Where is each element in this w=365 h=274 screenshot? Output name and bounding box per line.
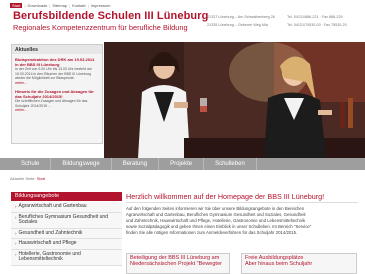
mainnav-beratung[interactable]: Beratung — [112, 158, 160, 170]
top-utility-nav: Start | Downloads | Sitemap | Kontakt | … — [10, 2, 110, 9]
divider — [126, 202, 358, 203]
news-headline[interactable]: Hinweis für die Zusagen und Absagen für … — [15, 89, 99, 99]
chevron-right-icon: › — [15, 251, 17, 257]
topnav-sitemap-link[interactable]: Sitemap — [52, 3, 67, 8]
sidebar-item-label: Agrarwirtschaft und Gartenbau — [18, 203, 87, 209]
teaser-bewegte-schule[interactable]: Beteiligung der BBS III Lüneburg am Nied… — [126, 253, 230, 274]
breadcrumb: Aktuelle Seite: Start — [10, 176, 45, 181]
chevron-right-icon: › — [15, 241, 17, 246]
sidebar-item-gesundheit[interactable]: › Gesundheit und Zahntechnik — [11, 228, 122, 239]
sidebar-list: › Agrarwirtschaft und Gartenbau › Berufl… — [11, 202, 122, 266]
sidebar-item-hauswirtschaft[interactable]: › Hauswirtschaft und Pflege — [11, 239, 122, 250]
sidebar-title: Bildungsangebote — [11, 192, 122, 201]
breadcrumb-current[interactable]: Start — [37, 176, 45, 181]
contact-phone-2: Tel. 04131/75530-00 · Fax 75530-20 — [287, 22, 347, 27]
mainnav-schule[interactable]: Schule — [0, 158, 52, 170]
contact-info: 21337 Lüneburg – Am Schwalbenberg 26 213… — [207, 14, 347, 29]
topnav-kontakt-link[interactable]: Kontakt — [72, 3, 86, 8]
sidebar-item-hotellerie[interactable]: › Hotellerie, Gastronomie und Lebensmitt… — [11, 249, 122, 266]
news-more-link[interactable]: weiter... — [15, 108, 99, 113]
topnav-separator: | — [87, 3, 89, 8]
intro-text: Auf den folgenden Seiten informieren wir… — [126, 206, 358, 236]
school-subtitle: Regionales Kompetenzzentrum für beruflic… — [13, 23, 188, 32]
topnav-separator: | — [49, 3, 51, 8]
chevron-right-icon: › — [15, 214, 17, 220]
sidebar-item-label: Gesundheit und Zahntechnik — [18, 229, 83, 236]
school-title[interactable]: Berufsbildende Schulen III Lüneburg — [13, 10, 208, 22]
news-body: In der Zeit von 9.00 Uhr bis 13.00 Uhr b… — [15, 67, 92, 80]
news-box: Aktuelles Blutspendeaktion des DRK am 19… — [11, 44, 103, 144]
contact-address-2: 21335 Lüneburg – Gebener Weg Mia — [207, 22, 268, 27]
sidebar-item-agrarwirtschaft[interactable]: › Agrarwirtschaft und Gartenbau — [11, 202, 122, 213]
mainnav-bildungswege[interactable]: Bildungswege — [51, 158, 112, 170]
teaser-title: Freie Ausbildungsplätze Aber hinaus beim… — [245, 255, 313, 268]
contact-phone-1: Tel. 04131/886-221 · Fax 886-229 — [287, 15, 343, 19]
header-photo — [104, 42, 365, 158]
news-title: Aktuelles — [12, 45, 102, 54]
mainnav-schulleben[interactable]: Schulleben — [204, 158, 257, 170]
mainnav-projekte[interactable]: Projekte — [159, 158, 205, 170]
topnav-start-link[interactable]: Start — [10, 3, 23, 8]
main-navigation: Schule Bildungswege Beratung Projekte Sc… — [0, 158, 365, 170]
news-body: Die schriftlichen Zusagen und Absagen fü… — [15, 99, 88, 108]
topnav-downloads-link[interactable]: Downloads — [28, 3, 48, 8]
welcome-heading: Herzlich willkommen auf der Homepage der… — [126, 192, 325, 201]
sidebar-item-label: Hauswirtschaft und Pflege — [18, 240, 77, 246]
teaser-title: Beteiligung der BBS III Lüneburg am Nied… — [130, 255, 222, 268]
news-item: Hinweis für die Zusagen und Absagen für … — [12, 86, 102, 114]
contact-address-1: 21337 Lüneburg – Am Schwalbenberg 26 — [207, 15, 275, 19]
teaser-ausbildungsplaetze[interactable]: Freie Ausbildungsplätze Aber hinaus beim… — [241, 253, 357, 274]
sidebar-item-label: Hotellerie, Gastronomie und Lebensmittel… — [18, 250, 81, 262]
intro-line: finden Sie alle nötigen Informationen zu… — [126, 229, 298, 235]
sidebar-item-gymnasium[interactable]: › Berufliches Gymnasium Gesundheit und S… — [11, 212, 122, 229]
news-item: Blutspendeaktion des DRK am 19.03.2014 i… — [12, 54, 102, 86]
chevron-right-icon: › — [15, 230, 17, 236]
topnav-impressum-link[interactable]: Impressum — [91, 3, 111, 8]
news-more-link[interactable]: weiter... — [15, 81, 99, 86]
chevron-right-icon: › — [15, 204, 17, 209]
breadcrumb-label: Aktuelle Seite: — [10, 176, 36, 181]
topnav-separator: | — [69, 3, 71, 8]
sidebar-item-label: Berufliches Gymnasium Gesundheit und Soz… — [18, 213, 109, 225]
news-headline[interactable]: Blutspendeaktion des DRK am 19.03.2014 i… — [15, 57, 99, 67]
topnav-separator: | — [24, 3, 26, 8]
header-photo-illustration — [104, 42, 365, 158]
